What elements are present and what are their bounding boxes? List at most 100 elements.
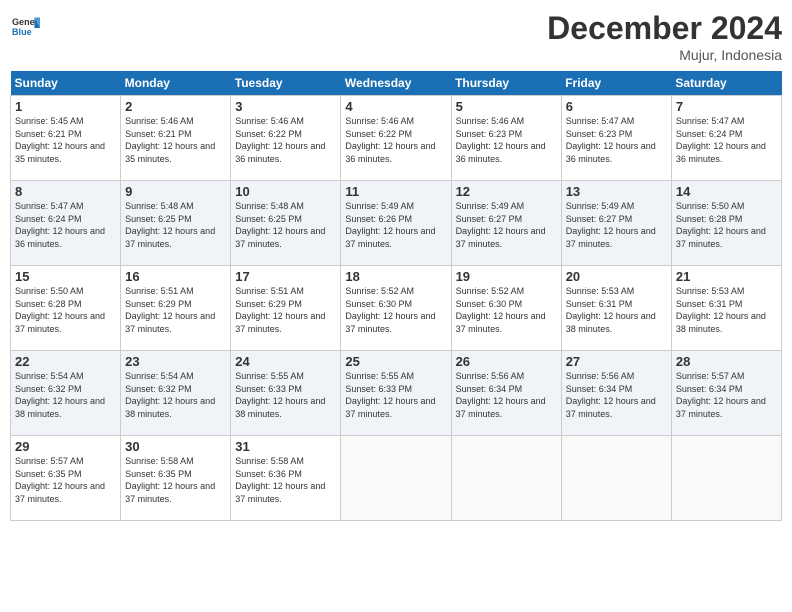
day-number: 3 bbox=[235, 99, 336, 114]
day-info: Sunrise: 5:47 AM Sunset: 6:24 PM Dayligh… bbox=[676, 115, 777, 165]
day-info: Sunrise: 5:52 AM Sunset: 6:30 PM Dayligh… bbox=[456, 285, 557, 335]
calendar-cell bbox=[451, 436, 561, 521]
calendar-row: 29 Sunrise: 5:57 AM Sunset: 6:35 PM Dayl… bbox=[11, 436, 782, 521]
day-info: Sunrise: 5:57 AM Sunset: 6:34 PM Dayligh… bbox=[676, 370, 777, 420]
day-number: 6 bbox=[566, 99, 667, 114]
calendar-row: 22 Sunrise: 5:54 AM Sunset: 6:32 PM Dayl… bbox=[11, 351, 782, 436]
calendar-cell: 28 Sunrise: 5:57 AM Sunset: 6:34 PM Dayl… bbox=[671, 351, 781, 436]
calendar-cell: 25 Sunrise: 5:55 AM Sunset: 6:33 PM Dayl… bbox=[341, 351, 451, 436]
day-info: Sunrise: 5:46 AM Sunset: 6:22 PM Dayligh… bbox=[345, 115, 446, 165]
title-area: December 2024 Mujur, Indonesia bbox=[547, 10, 782, 63]
day-number: 26 bbox=[456, 354, 557, 369]
day-info: Sunrise: 5:48 AM Sunset: 6:25 PM Dayligh… bbox=[235, 200, 336, 250]
calendar-cell: 9 Sunrise: 5:48 AM Sunset: 6:25 PM Dayli… bbox=[121, 181, 231, 266]
day-info: Sunrise: 5:50 AM Sunset: 6:28 PM Dayligh… bbox=[15, 285, 116, 335]
calendar-cell bbox=[671, 436, 781, 521]
day-number: 16 bbox=[125, 269, 226, 284]
day-number: 15 bbox=[15, 269, 116, 284]
day-info: Sunrise: 5:47 AM Sunset: 6:23 PM Dayligh… bbox=[566, 115, 667, 165]
day-number: 24 bbox=[235, 354, 336, 369]
day-number: 23 bbox=[125, 354, 226, 369]
day-number: 31 bbox=[235, 439, 336, 454]
calendar-cell: 27 Sunrise: 5:56 AM Sunset: 6:34 PM Dayl… bbox=[561, 351, 671, 436]
calendar-cell: 17 Sunrise: 5:51 AM Sunset: 6:29 PM Dayl… bbox=[231, 266, 341, 351]
day-number: 4 bbox=[345, 99, 446, 114]
calendar-cell: 6 Sunrise: 5:47 AM Sunset: 6:23 PM Dayli… bbox=[561, 96, 671, 181]
calendar-cell: 21 Sunrise: 5:53 AM Sunset: 6:31 PM Dayl… bbox=[671, 266, 781, 351]
calendar-cell: 26 Sunrise: 5:56 AM Sunset: 6:34 PM Dayl… bbox=[451, 351, 561, 436]
logo: General Blue bbox=[10, 14, 40, 47]
day-info: Sunrise: 5:55 AM Sunset: 6:33 PM Dayligh… bbox=[235, 370, 336, 420]
col-friday: Friday bbox=[561, 71, 671, 96]
calendar-cell: 19 Sunrise: 5:52 AM Sunset: 6:30 PM Dayl… bbox=[451, 266, 561, 351]
calendar-cell: 4 Sunrise: 5:46 AM Sunset: 6:22 PM Dayli… bbox=[341, 96, 451, 181]
day-info: Sunrise: 5:49 AM Sunset: 6:27 PM Dayligh… bbox=[566, 200, 667, 250]
calendar-cell: 16 Sunrise: 5:51 AM Sunset: 6:29 PM Dayl… bbox=[121, 266, 231, 351]
calendar-cell: 14 Sunrise: 5:50 AM Sunset: 6:28 PM Dayl… bbox=[671, 181, 781, 266]
calendar-cell: 12 Sunrise: 5:49 AM Sunset: 6:27 PM Dayl… bbox=[451, 181, 561, 266]
calendar-row: 1 Sunrise: 5:45 AM Sunset: 6:21 PM Dayli… bbox=[11, 96, 782, 181]
calendar-cell: 24 Sunrise: 5:55 AM Sunset: 6:33 PM Dayl… bbox=[231, 351, 341, 436]
day-number: 5 bbox=[456, 99, 557, 114]
day-number: 14 bbox=[676, 184, 777, 199]
day-info: Sunrise: 5:56 AM Sunset: 6:34 PM Dayligh… bbox=[456, 370, 557, 420]
day-info: Sunrise: 5:46 AM Sunset: 6:21 PM Dayligh… bbox=[125, 115, 226, 165]
day-info: Sunrise: 5:58 AM Sunset: 6:36 PM Dayligh… bbox=[235, 455, 336, 505]
col-sunday: Sunday bbox=[11, 71, 121, 96]
day-number: 1 bbox=[15, 99, 116, 114]
page-header: General Blue December 2024 Mujur, Indone… bbox=[10, 10, 782, 63]
day-info: Sunrise: 5:54 AM Sunset: 6:32 PM Dayligh… bbox=[15, 370, 116, 420]
day-number: 20 bbox=[566, 269, 667, 284]
day-info: Sunrise: 5:54 AM Sunset: 6:32 PM Dayligh… bbox=[125, 370, 226, 420]
calendar-cell: 7 Sunrise: 5:47 AM Sunset: 6:24 PM Dayli… bbox=[671, 96, 781, 181]
day-info: Sunrise: 5:58 AM Sunset: 6:35 PM Dayligh… bbox=[125, 455, 226, 505]
calendar-cell: 8 Sunrise: 5:47 AM Sunset: 6:24 PM Dayli… bbox=[11, 181, 121, 266]
calendar-table: Sunday Monday Tuesday Wednesday Thursday… bbox=[10, 71, 782, 521]
day-info: Sunrise: 5:52 AM Sunset: 6:30 PM Dayligh… bbox=[345, 285, 446, 335]
location: Mujur, Indonesia bbox=[547, 47, 782, 63]
calendar-row: 15 Sunrise: 5:50 AM Sunset: 6:28 PM Dayl… bbox=[11, 266, 782, 351]
calendar-cell: 30 Sunrise: 5:58 AM Sunset: 6:35 PM Dayl… bbox=[121, 436, 231, 521]
month-title: December 2024 bbox=[547, 10, 782, 47]
day-number: 13 bbox=[566, 184, 667, 199]
day-info: Sunrise: 5:46 AM Sunset: 6:23 PM Dayligh… bbox=[456, 115, 557, 165]
calendar-cell bbox=[341, 436, 451, 521]
calendar-cell: 18 Sunrise: 5:52 AM Sunset: 6:30 PM Dayl… bbox=[341, 266, 451, 351]
day-number: 21 bbox=[676, 269, 777, 284]
calendar-cell: 13 Sunrise: 5:49 AM Sunset: 6:27 PM Dayl… bbox=[561, 181, 671, 266]
day-info: Sunrise: 5:57 AM Sunset: 6:35 PM Dayligh… bbox=[15, 455, 116, 505]
day-info: Sunrise: 5:53 AM Sunset: 6:31 PM Dayligh… bbox=[566, 285, 667, 335]
calendar-row: 8 Sunrise: 5:47 AM Sunset: 6:24 PM Dayli… bbox=[11, 181, 782, 266]
calendar-cell: 29 Sunrise: 5:57 AM Sunset: 6:35 PM Dayl… bbox=[11, 436, 121, 521]
calendar-cell: 15 Sunrise: 5:50 AM Sunset: 6:28 PM Dayl… bbox=[11, 266, 121, 351]
day-number: 30 bbox=[125, 439, 226, 454]
svg-text:Blue: Blue bbox=[12, 27, 32, 37]
col-saturday: Saturday bbox=[671, 71, 781, 96]
calendar-cell: 10 Sunrise: 5:48 AM Sunset: 6:25 PM Dayl… bbox=[231, 181, 341, 266]
day-number: 11 bbox=[345, 184, 446, 199]
calendar-cell: 31 Sunrise: 5:58 AM Sunset: 6:36 PM Dayl… bbox=[231, 436, 341, 521]
day-number: 29 bbox=[15, 439, 116, 454]
day-info: Sunrise: 5:49 AM Sunset: 6:27 PM Dayligh… bbox=[456, 200, 557, 250]
calendar-cell: 23 Sunrise: 5:54 AM Sunset: 6:32 PM Dayl… bbox=[121, 351, 231, 436]
calendar-cell: 3 Sunrise: 5:46 AM Sunset: 6:22 PM Dayli… bbox=[231, 96, 341, 181]
col-monday: Monday bbox=[121, 71, 231, 96]
calendar-cell: 22 Sunrise: 5:54 AM Sunset: 6:32 PM Dayl… bbox=[11, 351, 121, 436]
calendar-cell: 11 Sunrise: 5:49 AM Sunset: 6:26 PM Dayl… bbox=[341, 181, 451, 266]
day-number: 19 bbox=[456, 269, 557, 284]
day-number: 27 bbox=[566, 354, 667, 369]
col-thursday: Thursday bbox=[451, 71, 561, 96]
calendar-cell bbox=[561, 436, 671, 521]
calendar-body: 1 Sunrise: 5:45 AM Sunset: 6:21 PM Dayli… bbox=[11, 96, 782, 521]
day-info: Sunrise: 5:47 AM Sunset: 6:24 PM Dayligh… bbox=[15, 200, 116, 250]
day-info: Sunrise: 5:50 AM Sunset: 6:28 PM Dayligh… bbox=[676, 200, 777, 250]
day-info: Sunrise: 5:55 AM Sunset: 6:33 PM Dayligh… bbox=[345, 370, 446, 420]
day-info: Sunrise: 5:49 AM Sunset: 6:26 PM Dayligh… bbox=[345, 200, 446, 250]
logo-icon: General Blue bbox=[12, 14, 40, 42]
day-number: 25 bbox=[345, 354, 446, 369]
day-number: 9 bbox=[125, 184, 226, 199]
day-number: 28 bbox=[676, 354, 777, 369]
calendar-header-row: Sunday Monday Tuesday Wednesday Thursday… bbox=[11, 71, 782, 96]
day-number: 7 bbox=[676, 99, 777, 114]
day-info: Sunrise: 5:53 AM Sunset: 6:31 PM Dayligh… bbox=[676, 285, 777, 335]
